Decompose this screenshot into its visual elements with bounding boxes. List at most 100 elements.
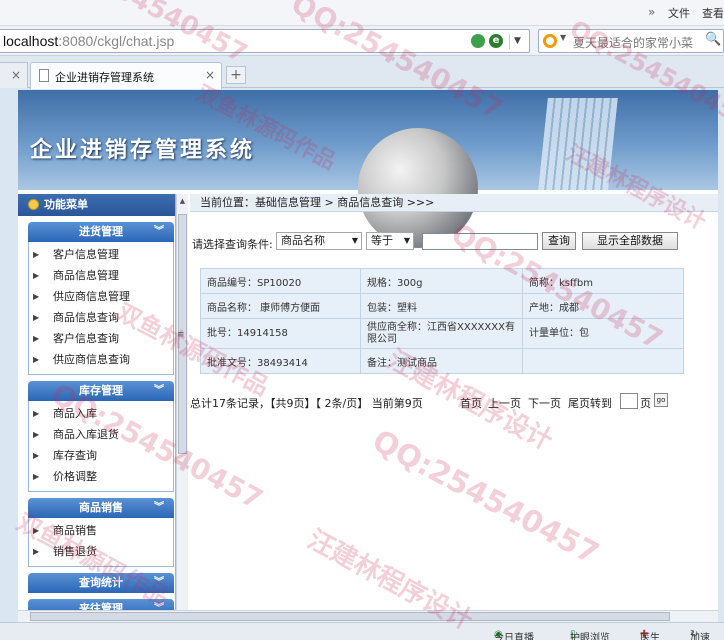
show-all-button[interactable]: 显示全部数据 [582,232,678,250]
pager-next-link[interactable]: 下一页 [528,395,561,411]
cell-supplier: 供应商全称：江西省XXXXXXX有限公司 [360,318,523,349]
query-value-input[interactable] [422,233,538,250]
query-bar: 请选择查询条件: 商品名称 ▼ 等于 ▼ 查询 显示全部数据 [192,232,712,254]
group-label: 进货管理 [79,225,123,238]
ie-mode-icon[interactable]: e [489,34,503,48]
cell-batch: 批号：14914158 [200,318,361,349]
arrow-right-icon: ▶ [33,409,40,418]
web-page: 企业进销存管理系统 功能菜单 进货管理 ︾ ▶ 客户信息管理 ▶ 商品信息管理 ▶ 供应… [18,90,718,620]
group-stats[interactable]: 查询统计 ︾ [28,573,174,593]
address-text[interactable]: localhost:8080/ckgl/chat.jsp [3,33,174,49]
sidebar-header: 功能菜单 [18,194,175,216]
table-row: 商品编号：SP10020 规格：300g 简称：ksffbm [200,268,684,294]
group-label: 商品销售 [79,501,123,514]
pagination: 总计17条记录，【共9页】【 2条/页】 当前第9页 首页 上一页 下一页 尾页… [190,392,718,412]
group-label: 库存管理 [79,384,123,397]
building-image [538,98,618,190]
banner: 企业进销存管理系统 [18,90,718,248]
banner-title: 企业进销存管理系统 [30,137,256,163]
query-field-select[interactable]: 商品名称 ▼ [276,232,362,250]
arrow-right-icon: ▶ [33,271,40,280]
splitter-handle-icon[interactable]: ≡ [177,330,185,340]
arrow-right-icon: ▶ [33,355,40,364]
query-label: 请选择查询条件: [192,238,273,251]
sidebar: 功能菜单 进货管理 ︾ ▶ 客户信息管理 ▶ 商品信息管理 ▶ 供应商信息管理 ▶ 商品信… [18,194,176,620]
pager-prev-link[interactable]: 上一页 [488,395,521,411]
chevron-down-icon: ︾ [154,385,164,396]
browser-menu-bar: » 文件 查看 [0,0,724,26]
main-content: 当前位置：基础信息管理 > 商品信息查询 >>> 请选择查询条件: 商品名称 ▼ … [190,194,718,620]
arrow-right-icon: ▶ [33,547,40,556]
product-detail-table: 商品编号：SP10020 规格：300g 简称：ksffbm 商品名称： 康师傅… [200,268,684,374]
cell-origin: 产地：成都 [522,293,684,319]
sidebar-item-goods-query[interactable]: ▶ 商品信息查询 [29,307,173,328]
address-row: localhost:8080/ckgl/chat.jsp e ▼ ▼ 夏天最适合… [0,26,724,56]
pager-jump-input[interactable] [620,393,638,409]
pager-last-link[interactable]: 尾页转到 [568,395,612,411]
scroll-up-icon[interactable]: ▲ [178,197,187,205]
group-stock[interactable]: 库存管理 ︾ [28,381,174,401]
sidebar-item-sales-return[interactable]: ▶ 销售退货 [29,541,173,562]
cell-short-name: 简称：ksffbm [522,268,684,294]
menu-view[interactable]: 查看 [702,5,724,21]
cell-unit: 计量单位：包 [522,318,684,349]
chevron-down-icon: ▼ [403,236,410,245]
sidebar-item-stock-in[interactable]: ▶ 商品入库 [29,403,173,424]
sidebar-item-supplier-manage[interactable]: ▶ 供应商信息管理 [29,286,173,307]
group-purchase[interactable]: 进货管理 ︾ [28,222,174,242]
sidebar-item-customer-manage[interactable]: ▶ 客户信息管理 [29,244,173,265]
sidebar-scrollbar[interactable]: ▲ ▼ [176,194,188,620]
arrow-right-icon: ▶ [33,430,40,439]
address-bar[interactable]: localhost:8080/ckgl/chat.jsp e ▼ [0,29,530,53]
pager-go-button[interactable]: go [654,393,668,407]
search-button[interactable]: 查询 [542,232,576,250]
sidebar-item-price-adjust[interactable]: ▶ 价格调整 [29,466,173,487]
search-engine-dropdown-icon[interactable]: ▼ [560,33,566,42]
cell-name: 商品名称： 康师傅方便面 [200,293,361,319]
search-icon[interactable]: 🔍 [705,32,721,47]
sidebar-item-stock-return[interactable]: ▶ 商品入库退货 [29,424,173,445]
breadcrumb: 当前位置：基础信息管理 > 商品信息查询 >>> [190,194,718,212]
close-icon[interactable]: × [205,68,215,82]
new-tab-button[interactable]: + [226,66,246,84]
sidebar-item-sales[interactable]: ▶ 商品销售 [29,520,173,541]
cell-code: 商品编号：SP10020 [200,268,361,294]
arrow-right-icon: ▶ [33,472,40,481]
sidebar-item-stock-query[interactable]: ▶ 库存查询 [29,445,173,466]
arrow-right-icon: ▶ [33,250,40,259]
cell-package: 包装：塑料 [360,293,523,319]
cell-empty [522,348,684,374]
group-sales-items: ▶ 商品销售 ▶ 销售退货 [28,518,174,567]
close-icon[interactable]: × [11,68,21,82]
pager-first-link[interactable]: 首页 [460,395,482,411]
sidebar-item-customer-query[interactable]: ▶ 客户信息查询 [29,328,173,349]
chevron-down-icon: ︾ [154,226,164,237]
menu-file[interactable]: 文件 [668,5,690,21]
sidebar-title: 功能菜单 [44,198,88,211]
security-icon[interactable] [471,34,485,48]
arrow-right-icon: ▶ [33,334,40,343]
arrow-right-icon: ▶ [33,292,40,301]
tab-title: 企业进销存管理系统 [55,71,154,84]
group-stock-items: ▶ 商品入库 ▶ 商品入库退货 ▶ 库存查询 ▶ 价格调整 [28,401,174,492]
horizontal-scrollbar[interactable] [18,610,718,622]
arrow-right-icon: ▶ [33,313,40,322]
query-op-select[interactable]: 等于 ▼ [366,232,414,250]
arrow-right-icon: ▶ [33,526,40,535]
tab-active[interactable]: 企业进销存管理系统 × [30,62,222,89]
table-row: 商品名称： 康师傅方便面 包装：塑料 产地：成都 [200,293,684,319]
search-box[interactable]: ▼ 夏天最适合的家常小菜 🔍 [538,29,724,53]
table-row: 批号：14914158 供应商全称：江西省XXXXXXX有限公司 计量单位：包 [200,318,684,349]
search-engine-icon[interactable] [543,34,557,48]
arrow-right-icon: ▶ [33,451,40,460]
sidebar-item-supplier-query[interactable]: ▶ 供应商信息查询 [29,349,173,370]
group-sales[interactable]: 商品销售 ︾ [28,498,174,518]
pager-unit: 页 [640,397,651,410]
menu-bullet-icon [28,199,39,210]
chevron-down-icon: ▼ [351,236,358,245]
address-dropdown-icon[interactable]: ▼ [509,34,525,49]
sidebar-item-goods-manage[interactable]: ▶ 商品信息管理 [29,265,173,286]
tab-previous[interactable]: × [0,62,28,88]
scroll-thumb[interactable] [30,612,670,621]
menu-overflow-icon[interactable]: » [648,5,655,19]
